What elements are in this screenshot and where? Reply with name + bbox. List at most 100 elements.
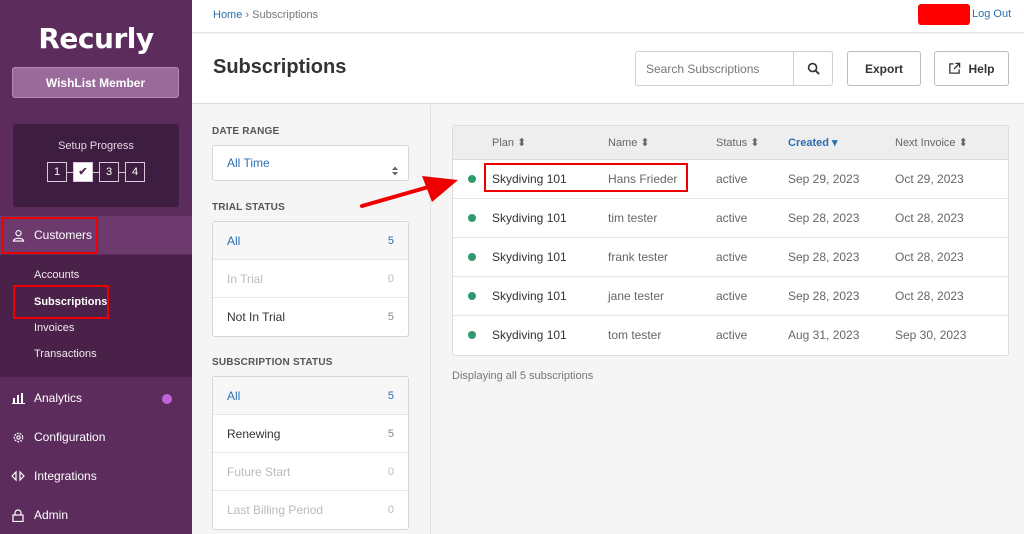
- search-button[interactable]: [793, 52, 832, 85]
- cell-created: Sep 28, 2023: [788, 289, 860, 303]
- column-name[interactable]: Name ⬍: [608, 136, 650, 149]
- filter-label: Renewing: [227, 426, 281, 441]
- external-link-icon: [949, 62, 961, 74]
- help-button-label: Help: [968, 61, 995, 76]
- cell-status: active: [716, 211, 748, 225]
- search-input[interactable]: [636, 52, 793, 85]
- page-title: Subscriptions: [213, 56, 347, 78]
- table-row[interactable]: Skydiving 101 frank tester active Sep 28…: [453, 238, 1008, 277]
- search-icon: [807, 62, 820, 75]
- export-button[interactable]: Export: [847, 51, 921, 86]
- status-active-dot: [468, 292, 476, 300]
- status-filter-future-start[interactable]: Future Start 0: [213, 453, 408, 491]
- filter-label: All: [227, 233, 241, 248]
- highlight-box-first-row: [484, 163, 688, 192]
- column-status[interactable]: Status ⬍: [716, 136, 759, 149]
- cell-created: Sep 28, 2023: [788, 250, 860, 264]
- nav-admin[interactable]: Admin: [0, 496, 192, 534]
- trial-filter-all[interactable]: All 5: [213, 222, 408, 260]
- nav-analytics-label: Analytics: [34, 391, 83, 405]
- analytics-badge-dot: [162, 394, 172, 404]
- column-plan[interactable]: Plan ⬍: [492, 136, 526, 149]
- filter-count: 5: [387, 389, 394, 402]
- annotation-arrow-icon: [360, 176, 458, 208]
- breadcrumb-home[interactable]: Home: [213, 9, 242, 21]
- breadcrumb: Home › Subscriptions: [213, 9, 318, 21]
- filter-count: 0: [387, 504, 394, 516]
- subnav-invoices[interactable]: Invoices: [34, 322, 74, 334]
- nav-configuration-label: Configuration: [34, 430, 106, 444]
- setup-progress-title: Setup Progress: [58, 140, 134, 152]
- status-active-dot: [468, 214, 476, 222]
- nav-integrations[interactable]: Integrations: [0, 457, 192, 495]
- breadcrumb-separator: ›: [245, 9, 250, 21]
- status-filter-all[interactable]: All 5: [213, 377, 408, 415]
- highlight-box-customers: [2, 217, 98, 254]
- subscriptions-table: Plan ⬍ Name ⬍ Status ⬍ Created ▾ Next In…: [452, 125, 1009, 356]
- cell-name: jane tester: [608, 289, 665, 303]
- cell-created: Aug 31, 2023: [788, 328, 860, 342]
- subscription-status-label: SUBSCRIPTION STATUS: [212, 357, 333, 368]
- status-filter-last-billing-period[interactable]: Last Billing Period 0: [213, 491, 408, 529]
- nav-admin-label: Admin: [34, 508, 69, 522]
- setup-step-3[interactable]: 3: [99, 162, 119, 182]
- cell-status: active: [716, 289, 748, 303]
- breadcrumb-current: Subscriptions: [252, 9, 319, 21]
- filter-count: 5: [387, 427, 394, 440]
- cell-plan: Skydiving 101: [492, 211, 567, 225]
- cell-next-invoice: Oct 29, 2023: [895, 172, 964, 186]
- cell-name: tim tester: [608, 211, 658, 225]
- lock-icon: [10, 507, 26, 523]
- nav-integrations-label: Integrations: [34, 469, 97, 483]
- setup-progress[interactable]: Setup Progress 1 ✔ 3 4: [13, 124, 179, 207]
- trial-filter-not-in-trial[interactable]: Not In Trial 5: [213, 298, 408, 336]
- setup-step-2-check-icon[interactable]: ✔: [73, 162, 93, 182]
- table-header: Plan ⬍ Name ⬍ Status ⬍ Created ▾ Next In…: [453, 126, 1008, 160]
- results-count: Displaying all 5 subscriptions: [452, 370, 594, 382]
- trial-status-list: All 5 In Trial 0 Not In Trial 5: [212, 221, 409, 337]
- nav-configuration[interactable]: Configuration: [0, 418, 192, 456]
- date-range-value: All Time: [227, 156, 270, 170]
- subnav-transactions[interactable]: Transactions: [34, 348, 97, 360]
- page-header: Subscriptions Export Help: [192, 34, 1024, 104]
- status-filter-renewing[interactable]: Renewing 5: [213, 415, 408, 453]
- filter-label: Last Billing Period: [227, 503, 324, 517]
- subscription-status-list: All 5 Renewing 5 Future Start 0 Last Billin…: [212, 376, 409, 530]
- status-active-dot: [468, 175, 476, 183]
- cell-status: active: [716, 328, 748, 342]
- table-row[interactable]: Skydiving 101 jane tester active Sep 28,…: [453, 277, 1008, 316]
- integrations-icon: [10, 468, 26, 484]
- cell-created: Sep 28, 2023: [788, 211, 860, 225]
- trial-status-label: TRIAL STATUS: [212, 202, 285, 213]
- trial-filter-in-trial[interactable]: In Trial 0: [213, 260, 408, 298]
- cell-next-invoice: Oct 28, 2023: [895, 211, 964, 225]
- filter-label: Not In Trial: [227, 310, 286, 324]
- help-button[interactable]: Help: [934, 51, 1009, 86]
- column-next-invoice[interactable]: Next Invoice ⬍: [895, 136, 968, 149]
- cell-next-invoice: Oct 28, 2023: [895, 250, 964, 264]
- topbar: Home › Subscriptions Log Out: [192, 0, 1024, 33]
- setup-step-4[interactable]: 4: [125, 162, 145, 182]
- table-row[interactable]: Skydiving 101 tom tester active Aug 31, …: [453, 316, 1008, 355]
- cell-name: tom tester: [608, 328, 662, 342]
- bar-chart-icon: [10, 390, 26, 406]
- filter-count: 5: [387, 311, 394, 323]
- cell-name: frank tester: [608, 250, 669, 264]
- redacted-user-name: [918, 4, 970, 25]
- setup-step-1[interactable]: 1: [47, 162, 67, 182]
- cell-next-invoice: Oct 28, 2023: [895, 289, 964, 303]
- status-active-dot: [468, 253, 476, 261]
- status-active-dot: [468, 331, 476, 339]
- subnav-accounts[interactable]: Accounts: [34, 269, 79, 281]
- recurly-logo[interactable]: Recurly: [0, 0, 192, 60]
- site-selector-button[interactable]: WishList Member: [12, 67, 179, 98]
- table-row[interactable]: Skydiving 101 tim tester active Sep 28, …: [453, 199, 1008, 238]
- cell-status: active: [716, 172, 748, 186]
- column-created[interactable]: Created ▾: [788, 136, 838, 149]
- gear-icon: [10, 429, 26, 445]
- filter-label: Future Start: [227, 464, 291, 479]
- date-range-label: DATE RANGE: [212, 126, 280, 137]
- cell-plan: Skydiving 101: [492, 328, 567, 342]
- cell-status: active: [716, 250, 748, 264]
- logout-link[interactable]: Log Out: [972, 8, 1011, 20]
